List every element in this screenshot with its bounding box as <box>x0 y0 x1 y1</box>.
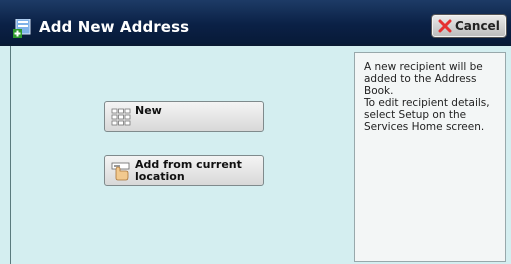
new-button[interactable]: New <box>104 101 264 132</box>
add-from-current-location-button[interactable]: Add from current location <box>104 155 264 186</box>
keypad-icon <box>111 108 131 126</box>
info-text-edit-details: To edit recipient details, select Setup … <box>364 97 490 133</box>
info-text-recipient-added: A new recipient will be added to the Add… <box>364 61 483 97</box>
red-x-icon <box>438 19 452 33</box>
add-from-current-location-label: Add from current location <box>135 158 242 183</box>
cancel-label: Cancel <box>455 19 500 33</box>
title-bar: Add New Address Cancel <box>0 0 511 46</box>
cancel-button[interactable]: Cancel <box>432 15 506 37</box>
new-button-label: New <box>135 104 162 117</box>
hand-card-icon <box>111 162 130 181</box>
page-title: Add New Address <box>39 18 190 36</box>
add-address-icon <box>13 19 31 38</box>
info-panel: A new recipient will be added to the Add… <box>354 52 506 262</box>
